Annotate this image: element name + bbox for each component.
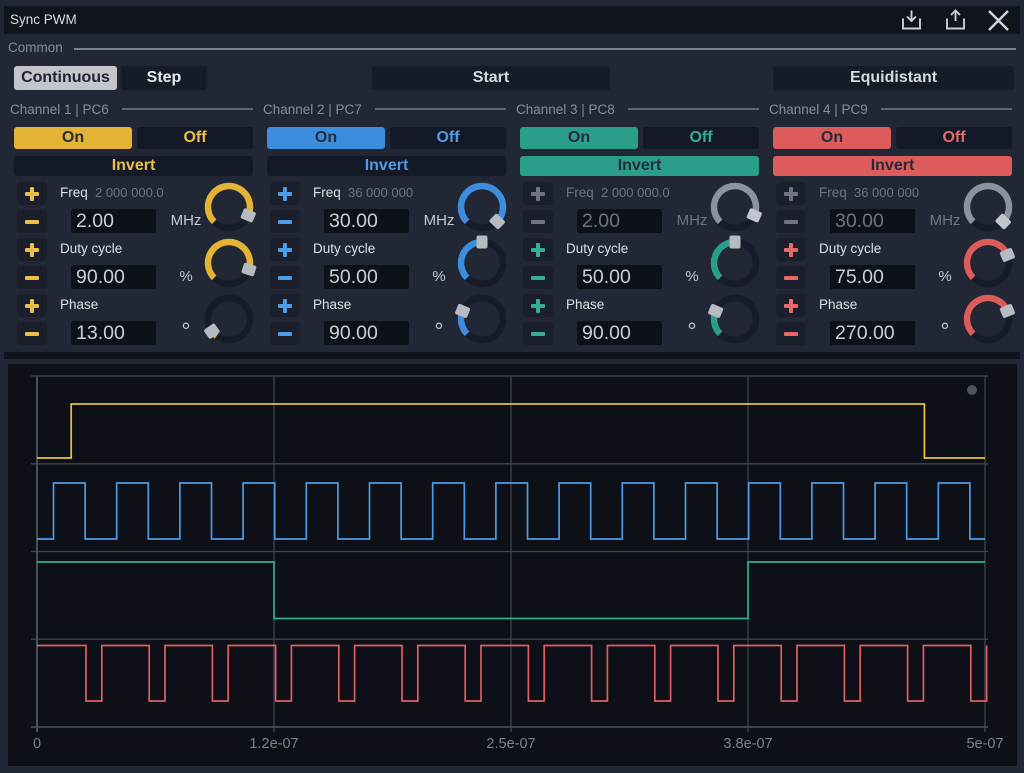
svg-text:0: 0 [33,736,41,752]
svg-text:1.2e-07: 1.2e-07 [249,736,298,752]
svg-text:5e-07: 5e-07 [966,736,1003,752]
svg-text:3.8e-07: 3.8e-07 [723,736,772,752]
svg-text:2.5e-07: 2.5e-07 [486,736,535,752]
